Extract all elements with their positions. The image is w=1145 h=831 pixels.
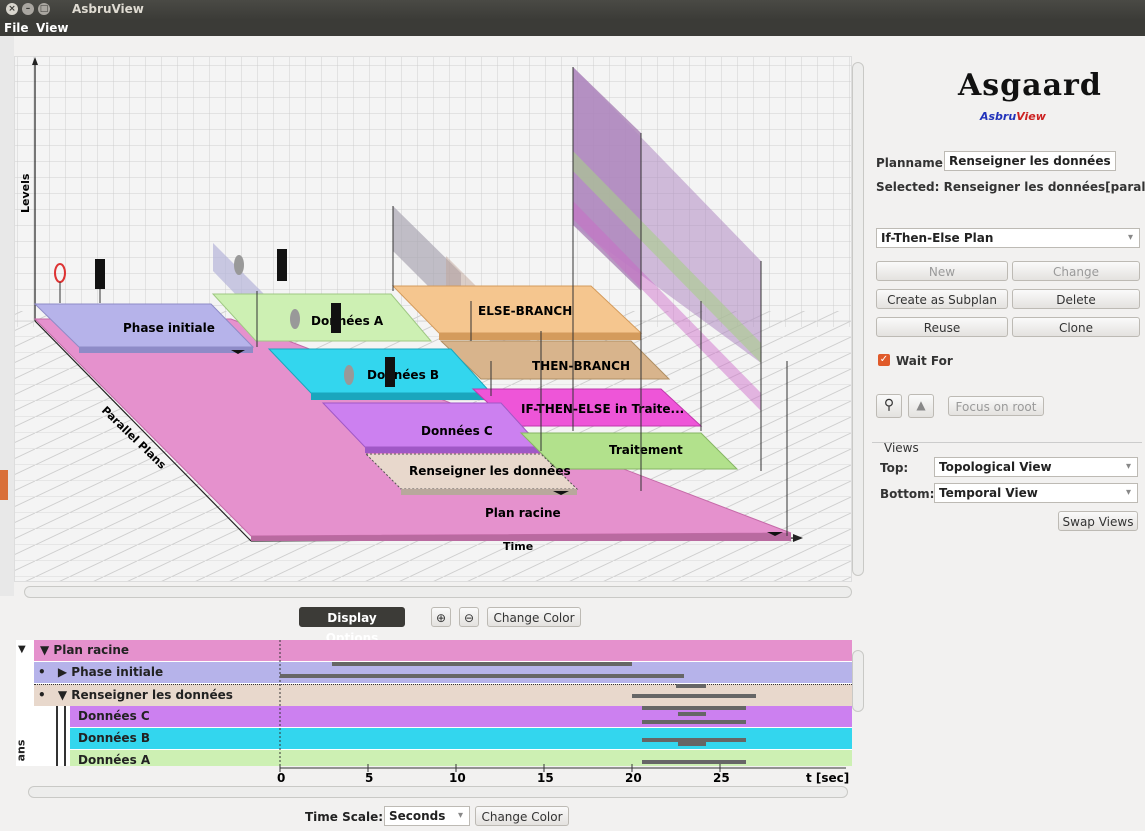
levels-axis-label: Levels bbox=[19, 173, 32, 213]
time-unit: t [sec] bbox=[806, 771, 849, 785]
left-edge-strip bbox=[0, 36, 14, 596]
top-view-value: Topological View bbox=[939, 460, 1052, 474]
menu-bar: File View bbox=[0, 20, 1145, 36]
window-title: AsbruView bbox=[72, 2, 144, 16]
minimize-window-icon[interactable]: – bbox=[22, 3, 34, 15]
top-view-select[interactable]: Topological View ▾ bbox=[934, 457, 1138, 477]
create-subplan-button[interactable]: Create as Subplan bbox=[876, 289, 1008, 309]
tick-5: 5 bbox=[365, 771, 373, 785]
selected-text: Selected: Renseigner les données[paralle… bbox=[876, 180, 1145, 194]
logo: Asgaard bbox=[958, 68, 1102, 103]
traffic-light-icon bbox=[95, 259, 105, 289]
zoom-in-button[interactable]: ⊕ bbox=[431, 607, 451, 627]
renseigner-label[interactable]: Renseigner les données bbox=[409, 464, 571, 478]
plan-type-select[interactable]: If-Then-Else Plan ▾ bbox=[876, 228, 1140, 248]
tick-0: 0 bbox=[277, 771, 285, 785]
zoom-out-icon: ⊖ bbox=[463, 611, 475, 625]
clone-button[interactable]: Clone bbox=[1012, 317, 1140, 337]
close-window-icon[interactable]: × bbox=[6, 3, 18, 15]
change-color-button-bottom[interactable]: Change Color bbox=[475, 806, 569, 826]
top-view-vscroll[interactable] bbox=[852, 62, 864, 576]
time-scale-value: Seconds bbox=[389, 809, 446, 823]
bottom-view-value: Temporal View bbox=[939, 486, 1038, 500]
tick-20: 20 bbox=[625, 771, 642, 785]
timeline-vscroll[interactable] bbox=[852, 650, 864, 712]
tick-15: 15 bbox=[537, 771, 554, 785]
bottom-view-select[interactable]: Temporal View ▾ bbox=[934, 483, 1138, 503]
views-title: Views bbox=[884, 441, 919, 455]
time-scale-select[interactable]: Seconds ▾ bbox=[384, 806, 470, 826]
delete-button[interactable]: Delete bbox=[1012, 289, 1140, 309]
logo-subtitle: AsbruView bbox=[980, 110, 1046, 123]
plan-type-value: If-Then-Else Plan bbox=[881, 231, 994, 245]
wait-for-label: Wait For bbox=[896, 354, 953, 368]
menu-view[interactable]: View bbox=[36, 21, 68, 35]
traffic-light-icon-4 bbox=[385, 357, 395, 387]
donnees-a-label[interactable]: Données A bbox=[311, 314, 384, 328]
if-then-else-label[interactable]: IF-THEN-ELSE in Traite... bbox=[521, 402, 684, 416]
side-panel: Asgaard AsbruView Planname: Renseigner l… bbox=[872, 56, 1145, 656]
time-scale-label: Time Scale: bbox=[305, 810, 384, 824]
tick-10: 10 bbox=[449, 771, 466, 785]
traffic-light-icon-2 bbox=[277, 249, 287, 281]
up-button[interactable]: ▲ bbox=[908, 394, 934, 418]
menu-file[interactable]: File bbox=[4, 21, 29, 35]
timeline-hscroll[interactable] bbox=[28, 786, 848, 798]
wait-for-checkbox[interactable]: ✓ bbox=[878, 354, 890, 366]
traitement-label[interactable]: Traitement bbox=[609, 443, 683, 457]
chevron-down-icon: ▾ bbox=[1125, 461, 1131, 472]
title-bar: × – □ AsbruView bbox=[0, 0, 1145, 20]
find-button[interactable]: ⚲ bbox=[876, 394, 902, 418]
change-button[interactable]: Change bbox=[1012, 261, 1140, 281]
plan-racine-label[interactable]: Plan racine bbox=[485, 506, 561, 520]
timeline-axis: 0 5 10 15 20 25 t [sec] bbox=[277, 764, 849, 785]
zoom-in-icon: ⊕ bbox=[435, 611, 447, 625]
views-group: Views Top: Topological View ▾ Bottom: Te… bbox=[872, 441, 1142, 539]
maximize-window-icon[interactable]: □ bbox=[38, 3, 50, 15]
new-button[interactable]: New bbox=[876, 261, 1008, 281]
donnees-c-label[interactable]: Données C bbox=[421, 424, 493, 438]
topological-view[interactable]: Levels Parallel Plans Time Plan racine P… bbox=[14, 56, 852, 582]
zoom-out-button[interactable]: ⊖ bbox=[459, 607, 479, 627]
chevron-down-icon: ▾ bbox=[1127, 232, 1133, 243]
else-branch-label[interactable]: ELSE-BRANCH bbox=[478, 304, 572, 318]
timeline-bars bbox=[279, 640, 756, 766]
binoculars-icon: ⚲ bbox=[883, 397, 895, 413]
reuse-button[interactable]: Reuse bbox=[876, 317, 1008, 337]
topological-canvas[interactable]: Levels Parallel Plans Time Plan racine P… bbox=[15, 57, 851, 581]
bottom-view-label: Bottom: bbox=[880, 487, 935, 501]
condition-icon-gray bbox=[234, 255, 244, 275]
top-view-hscroll[interactable] bbox=[24, 586, 852, 598]
focus-root-button[interactable]: Focus on root bbox=[948, 396, 1044, 416]
temporal-view[interactable]: ▼ ans ▼ Plan racine • ▶ Phase initiale •… bbox=[16, 640, 852, 766]
change-color-button-top[interactable]: Change Color bbox=[487, 607, 581, 627]
planname-input[interactable]: Renseigner les données bbox=[944, 151, 1116, 171]
chevron-up-icon: ▲ bbox=[916, 398, 926, 412]
chevron-down-icon: ▾ bbox=[457, 810, 463, 821]
left-edge-accent bbox=[0, 470, 8, 500]
top-view-label: Top: bbox=[880, 461, 909, 475]
traffic-light-icon-3 bbox=[331, 303, 341, 333]
display-options-button[interactable]: Display Options bbox=[299, 607, 405, 645]
planname-label: Planname: bbox=[876, 156, 948, 170]
donnees-b-label[interactable]: Données B bbox=[367, 368, 439, 382]
swap-views-button[interactable]: Swap Views bbox=[1058, 511, 1138, 531]
chevron-down-icon: ▾ bbox=[1125, 487, 1131, 498]
tick-25: 25 bbox=[713, 771, 730, 785]
time-axis-label: Time bbox=[503, 540, 533, 553]
then-branch-label[interactable]: THEN-BRANCH bbox=[532, 359, 630, 373]
phase-initiale-label[interactable]: Phase initiale bbox=[123, 321, 215, 335]
